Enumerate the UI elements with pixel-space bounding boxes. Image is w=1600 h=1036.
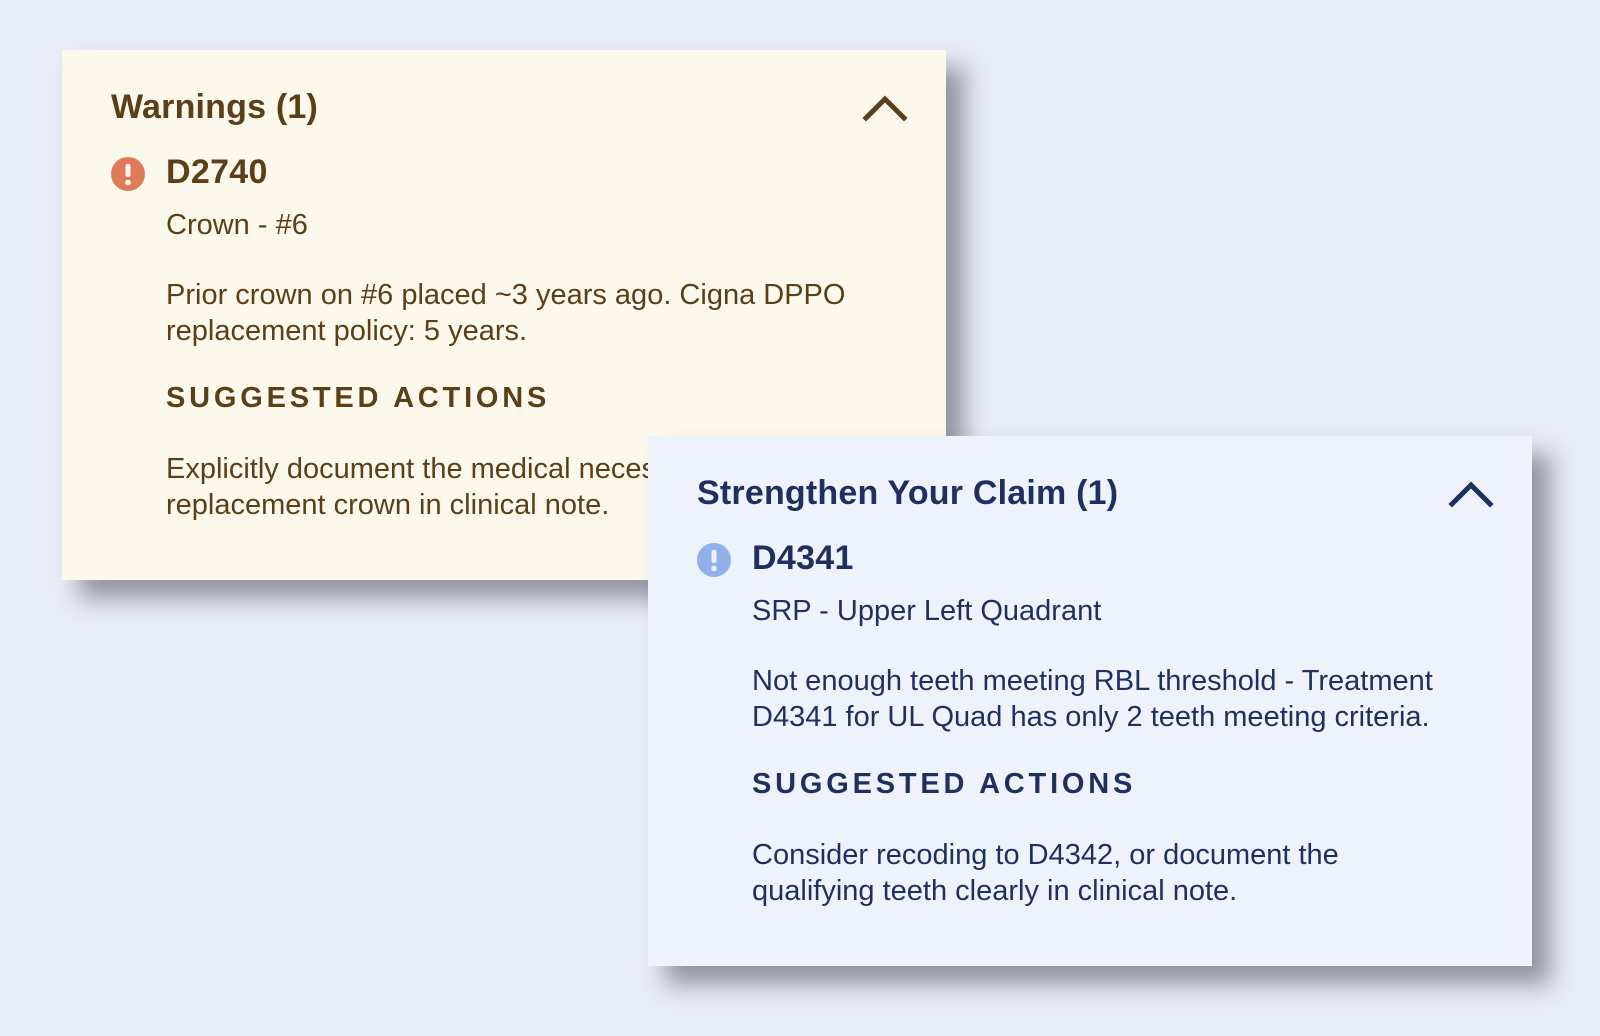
chevron-up-icon xyxy=(1448,481,1494,508)
info-exclamation-circle-icon xyxy=(697,543,731,577)
claim-detail: Not enough teeth meeting RBL threshold -… xyxy=(752,663,1492,735)
warning-detail-line: Prior crown on #6 placed ~3 years ago. C… xyxy=(166,279,846,311)
warning-detail: Prior crown on #6 placed ~3 years ago. C… xyxy=(166,277,906,349)
collapse-warnings-button[interactable] xyxy=(862,92,908,122)
procedure-code: D2740 xyxy=(166,153,268,191)
procedure-description: Crown - #6 xyxy=(166,209,308,241)
suggested-action-line: Consider recoding to D4342, or document … xyxy=(752,839,1339,871)
chevron-up-icon xyxy=(862,95,908,122)
procedure-code: D4341 xyxy=(752,539,854,577)
suggested-actions-heading: SUGGESTED ACTIONS xyxy=(752,768,1137,800)
suggested-action: Consider recoding to D4342, or document … xyxy=(752,837,1492,909)
claim-detail-line: D4341 for UL Quad has only 2 teeth meeti… xyxy=(752,701,1430,733)
claim-detail-line: Not enough teeth meeting RBL threshold -… xyxy=(752,665,1433,697)
strengthen-claim-title: Strengthen Your Claim (1) xyxy=(697,474,1119,512)
warning-detail-line: replacement policy: 5 years. xyxy=(166,315,528,347)
suggested-action-line: qualifying teeth clearly in clinical not… xyxy=(752,875,1238,907)
procedure-description: SRP - Upper Left Quadrant xyxy=(752,595,1102,627)
stage: Warnings (1) D2740 Crown - #6 Prior crow… xyxy=(0,0,1600,1036)
strengthen-claim-card: Strengthen Your Claim (1) D4341 SRP - Up… xyxy=(648,436,1532,966)
suggested-actions-heading: SUGGESTED ACTIONS xyxy=(166,382,551,414)
warnings-title: Warnings (1) xyxy=(111,88,319,126)
collapse-claim-button[interactable] xyxy=(1448,478,1494,508)
exclamation-circle-icon xyxy=(111,157,145,191)
